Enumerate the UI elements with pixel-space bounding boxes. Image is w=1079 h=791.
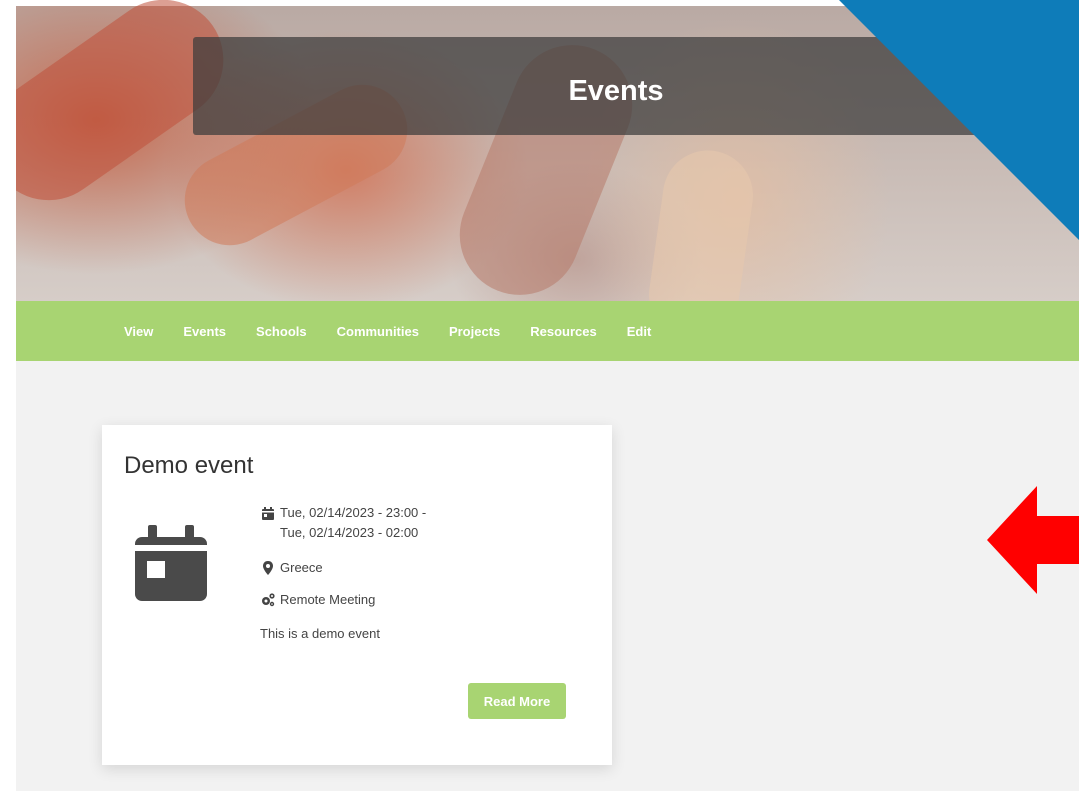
event-type: Remote Meeting	[280, 592, 376, 607]
hero-image-arm	[643, 144, 759, 301]
nav-items: View Events Schools Communities Projects…	[124, 301, 681, 361]
hero-banner: Events	[16, 0, 1079, 301]
event-location-row: Greece	[260, 560, 580, 576]
calendar-small-icon	[262, 507, 274, 520]
event-title[interactable]: Demo event	[124, 452, 253, 480]
corner-decoration	[839, 0, 1079, 240]
map-marker-icon	[263, 561, 273, 575]
nav-item-communities[interactable]: Communities	[337, 324, 419, 339]
page: Events View Events Schools Communities P…	[16, 0, 1079, 791]
nav-item-projects[interactable]: Projects	[449, 324, 500, 339]
page-nav: View Events Schools Communities Projects…	[16, 301, 1079, 361]
nav-item-view[interactable]: View	[124, 324, 153, 339]
nav-item-resources[interactable]: Resources	[530, 324, 596, 339]
red-arrow-icon	[987, 486, 1079, 594]
event-date-row: Tue, 02/14/2023 - 23:00 - Tue, 02/14/202…	[260, 503, 580, 543]
event-date-start: Tue, 02/14/2023 - 23:00 -	[280, 505, 427, 520]
read-more-button[interactable]: Read More	[468, 683, 566, 719]
event-date-end: Tue, 02/14/2023 - 02:00	[280, 525, 419, 540]
nav-item-events[interactable]: Events	[183, 324, 226, 339]
calendar-icon	[135, 525, 207, 601]
event-details: Tue, 02/14/2023 - 23:00 - Tue, 02/14/202…	[260, 503, 580, 641]
nav-item-schools[interactable]: Schools	[256, 324, 307, 339]
event-description: This is a demo event	[260, 626, 380, 641]
nav-item-edit[interactable]: Edit	[627, 324, 652, 339]
event-card: Demo event Tue, 02/14/2023 - 23:00 - Tue…	[102, 425, 612, 765]
event-location: Greece	[280, 560, 323, 575]
cogs-icon	[262, 593, 275, 607]
event-type-row: Remote Meeting	[260, 592, 580, 608]
